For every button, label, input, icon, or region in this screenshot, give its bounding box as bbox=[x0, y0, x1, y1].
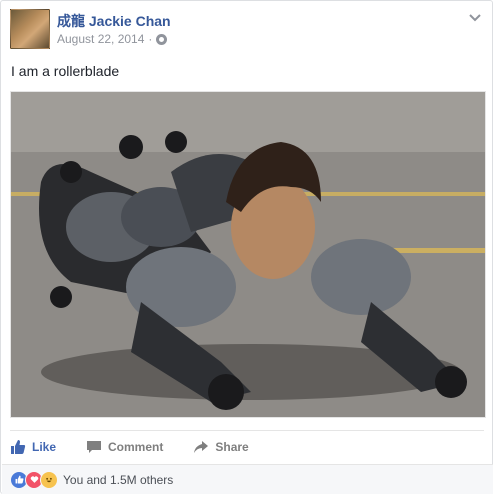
share-icon bbox=[194, 441, 209, 453]
comment-label: Comment bbox=[108, 440, 164, 454]
share-label: Share bbox=[215, 440, 249, 454]
author-name[interactable]: 成龍 Jackie Chan bbox=[57, 11, 171, 31]
comment-button[interactable]: Comment bbox=[86, 439, 163, 455]
post-card: 成龍 Jackie Chan August 22, 2014 · I am a … bbox=[0, 0, 493, 494]
like-label: Like bbox=[32, 440, 57, 454]
reactions-text[interactable]: You and 1.5M others bbox=[63, 473, 173, 487]
haha-reaction-icon bbox=[40, 470, 58, 489]
like-button[interactable]: Like bbox=[10, 439, 56, 455]
post-date[interactable]: August 22, 2014 bbox=[57, 32, 144, 46]
post-text: I am a rollerblade bbox=[11, 63, 120, 79]
avatar[interactable] bbox=[10, 9, 50, 49]
action-bar: Like Comment Share bbox=[10, 430, 484, 463]
post-photo[interactable] bbox=[10, 91, 486, 418]
share-button[interactable]: Share bbox=[193, 439, 249, 455]
chevron-down-icon[interactable] bbox=[468, 11, 482, 25]
meta-separator: · bbox=[148, 32, 153, 46]
comment-icon bbox=[87, 441, 102, 453]
post-meta: August 22, 2014 · bbox=[57, 32, 168, 46]
reactions-summary[interactable]: You and 1.5M others bbox=[2, 464, 493, 494]
globe-icon bbox=[156, 33, 168, 45]
thumbs-up-icon bbox=[11, 440, 26, 454]
photo-illustration bbox=[11, 92, 485, 417]
